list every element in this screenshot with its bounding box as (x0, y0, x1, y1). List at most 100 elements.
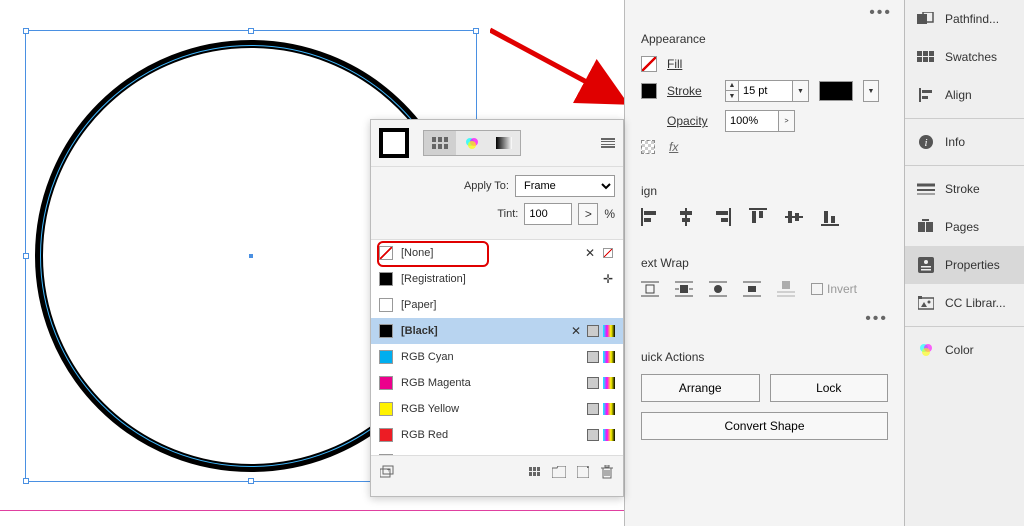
lock-button[interactable]: Lock (770, 374, 889, 402)
wrap-shape-icon[interactable] (709, 280, 727, 298)
stroke-weight-dropdown[interactable]: ▼ (793, 80, 809, 102)
properties-icon (917, 256, 935, 274)
rgb-icon (603, 403, 615, 415)
panel-tab-stroke[interactable]: Stroke (905, 170, 1024, 208)
swatch-name: RGB Red (401, 429, 579, 441)
swatch-item[interactable]: RGB Cyan (371, 344, 623, 370)
panel-menu-icon[interactable]: ••• (869, 4, 892, 22)
footer-grid-icon[interactable] (527, 464, 543, 480)
opacity-input[interactable] (725, 110, 779, 132)
swatch-item[interactable]: RGB Red (371, 422, 623, 448)
convert-shape-button[interactable]: Convert Shape (641, 412, 888, 440)
apply-to-select[interactable]: Frame (515, 175, 615, 197)
stroke-swatch[interactable] (641, 83, 657, 99)
swatch-name: RGB Magenta (401, 377, 579, 389)
swatch-item[interactable]: RGB Magenta (371, 370, 623, 396)
swatch-item[interactable]: [Black] ✕ (371, 318, 623, 344)
panel-tab-label: Stroke (945, 182, 980, 196)
panel-tab-info[interactable]: i Info (905, 123, 1024, 161)
panel-tab-cc[interactable]: CC Librar... (905, 284, 1024, 322)
textwrap-more-icon[interactable]: ••• (641, 310, 888, 328)
opacity-label[interactable]: Opacity (667, 114, 715, 128)
panel-dock: Pathfind...SwatchesAlign i Info Stroke Pages… (904, 0, 1024, 526)
swatch-item[interactable]: RGB Green (371, 448, 623, 455)
fx-icon[interactable]: fx (669, 140, 678, 154)
tint-label: Tint: (497, 208, 518, 220)
swatch-item[interactable]: [Paper] (371, 292, 623, 318)
tint-dropdown[interactable]: > (578, 203, 598, 225)
arrange-button[interactable]: Arrange (641, 374, 760, 402)
swatch-name: [Black] (401, 325, 561, 337)
swatch-item[interactable]: [None] ✕ (371, 240, 623, 266)
quickactions-title: uick Actions (641, 350, 888, 364)
new-swatch-icon[interactable] (575, 464, 591, 480)
resize-handle-tm[interactable] (248, 28, 254, 34)
panel-tab-label: Pages (945, 220, 979, 234)
svg-text:+: + (387, 468, 391, 474)
apply-to-label: Apply To: (464, 180, 509, 192)
panel-tab-properties[interactable]: Properties (905, 246, 1024, 284)
align-controls (641, 208, 888, 226)
new-group-icon[interactable]: + (379, 464, 395, 480)
transparency-icon[interactable] (641, 140, 655, 154)
stroke-weight-down[interactable]: ▼ (726, 91, 738, 101)
invert-checkbox-group[interactable]: Invert (811, 282, 857, 296)
wrap-jump-icon[interactable] (743, 280, 761, 298)
trash-icon[interactable] (599, 464, 615, 480)
folder-icon[interactable] (551, 464, 567, 480)
color-mode-icon (587, 403, 599, 415)
align-right-icon[interactable] (713, 208, 731, 226)
resize-handle-bl[interactable] (23, 478, 29, 484)
align-left-icon[interactable] (641, 208, 659, 226)
wrap-none-icon[interactable] (641, 280, 659, 298)
guide-line (0, 510, 624, 511)
resize-handle-bm[interactable] (248, 478, 254, 484)
invert-label: Invert (827, 282, 857, 296)
swatches-header (371, 120, 623, 167)
wrap-column-icon[interactable] (777, 280, 795, 298)
panel-tab-swatches[interactable]: Swatches (905, 38, 1024, 76)
align-bottom-icon[interactable] (821, 208, 839, 226)
swatch-item[interactable]: RGB Yellow (371, 396, 623, 422)
panel-tab-align[interactable]: Align (905, 76, 1024, 114)
opacity-dropdown[interactable]: > (779, 110, 795, 132)
panel-tab-pages[interactable]: Pages (905, 208, 1024, 246)
panel-tab-color[interactable]: Color (905, 331, 1024, 369)
stroke-style-swatch[interactable] (819, 81, 853, 101)
tint-input[interactable] (524, 203, 572, 225)
swatches-panel-menu[interactable] (601, 138, 615, 148)
no-edit-icon: ✕ (569, 324, 583, 338)
invert-checkbox[interactable] (811, 283, 823, 295)
align-top-icon[interactable] (749, 208, 767, 226)
svg-text:i: i (924, 137, 927, 149)
cc-icon (917, 294, 935, 312)
align-center-v-icon[interactable] (785, 208, 803, 226)
align-center-h-icon[interactable] (677, 208, 695, 226)
color-mode-icon (587, 325, 599, 337)
panel-tab-label: Info (945, 135, 965, 149)
color-mode-icon (587, 429, 599, 441)
fill-label[interactable]: Fill (667, 57, 682, 71)
swatch-color-chip (379, 454, 393, 455)
align-icon (917, 86, 935, 104)
color-icon (917, 341, 935, 359)
stroke-weight-input[interactable] (739, 80, 793, 102)
resize-handle-tl[interactable] (23, 28, 29, 34)
panel-tab-pathfinder[interactable]: Pathfind... (905, 0, 1024, 38)
wrap-around-icon[interactable] (675, 280, 693, 298)
resize-handle-ml[interactable] (23, 253, 29, 259)
stroke-style-dropdown[interactable]: ▼ (863, 80, 879, 102)
swatch-tab-gradient[interactable] (488, 131, 520, 155)
swatch-item[interactable]: [Registration] ✛ (371, 266, 623, 292)
stroke-weight-up[interactable]: ▲ (726, 81, 738, 91)
stroke-weight-stepper[interactable]: ▲▼ ▼ (725, 80, 809, 102)
pages-icon (917, 218, 935, 236)
swatches-current-swatch[interactable] (379, 128, 409, 158)
swatches-list[interactable]: [None] ✕ [Registration] ✛ [Paper] [Black… (371, 239, 623, 455)
swatch-color-chip (379, 376, 393, 390)
stroke-label[interactable]: Stroke (667, 84, 715, 98)
swatch-tab-color[interactable] (456, 131, 488, 155)
fill-swatch[interactable] (641, 56, 657, 72)
swatch-tab-grid[interactable] (424, 131, 456, 155)
resize-handle-tr[interactable] (473, 28, 479, 34)
